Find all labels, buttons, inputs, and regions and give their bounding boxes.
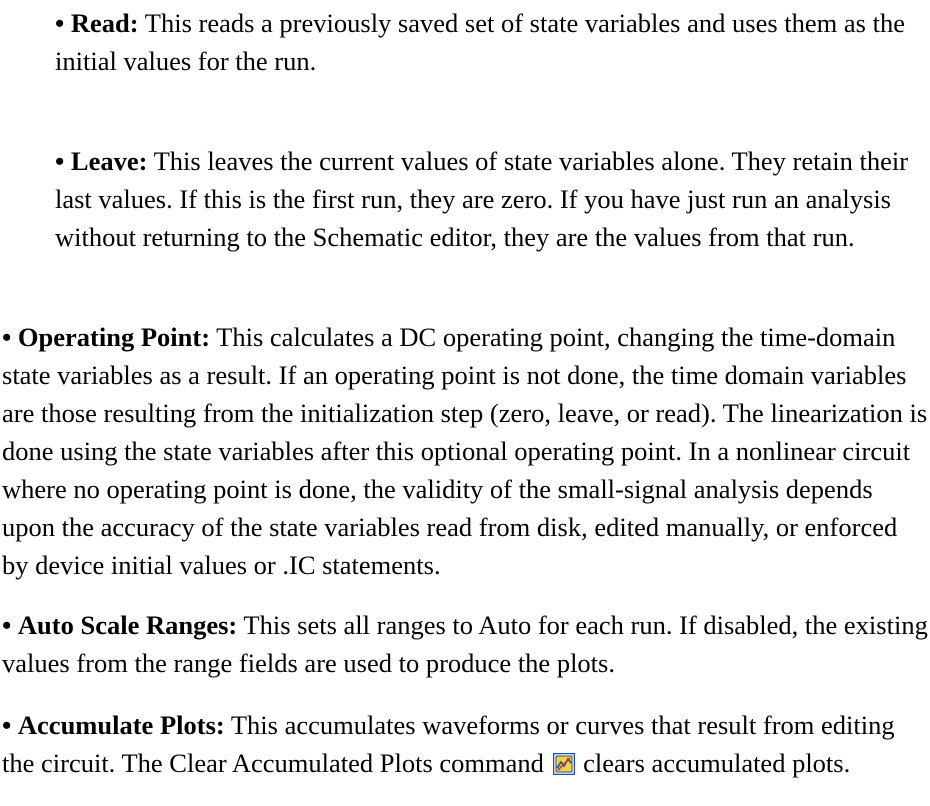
- read-description: This reads a previously saved set of sta…: [55, 8, 905, 76]
- read-term: Read:: [70, 8, 139, 38]
- clear-accumulated-plots-icon: [552, 747, 575, 776]
- auto-scale-paragraph: • Auto Scale Ranges: This sets all range…: [2, 606, 928, 682]
- operating-point-paragraph: • Operating Point: This calculates a DC …: [2, 318, 928, 584]
- bullet: •: [2, 322, 12, 352]
- accumulate-plots-paragraph: • Accumulate Plots: This accumulates wav…: [2, 706, 928, 782]
- leave-description: This leaves the current values of state …: [55, 146, 909, 252]
- accumulate-plots-term: Accumulate Plots:: [17, 710, 225, 740]
- bullet: •: [2, 710, 12, 740]
- operating-point-term: Operating Point:: [17, 322, 211, 352]
- bullet: •: [2, 610, 12, 640]
- operating-point-description: This calculates a DC operating point, ch…: [2, 322, 928, 580]
- accumulate-plots-description-end: clears accumulated plots.: [576, 748, 851, 778]
- bullet: •: [55, 146, 65, 176]
- auto-scale-term: Auto Scale Ranges:: [17, 610, 238, 640]
- read-paragraph: • Read: This reads a previously saved se…: [55, 4, 915, 80]
- leave-term: Leave:: [70, 146, 148, 176]
- bullet: •: [55, 8, 65, 38]
- leave-paragraph: • Leave: This leaves the current values …: [55, 142, 915, 256]
